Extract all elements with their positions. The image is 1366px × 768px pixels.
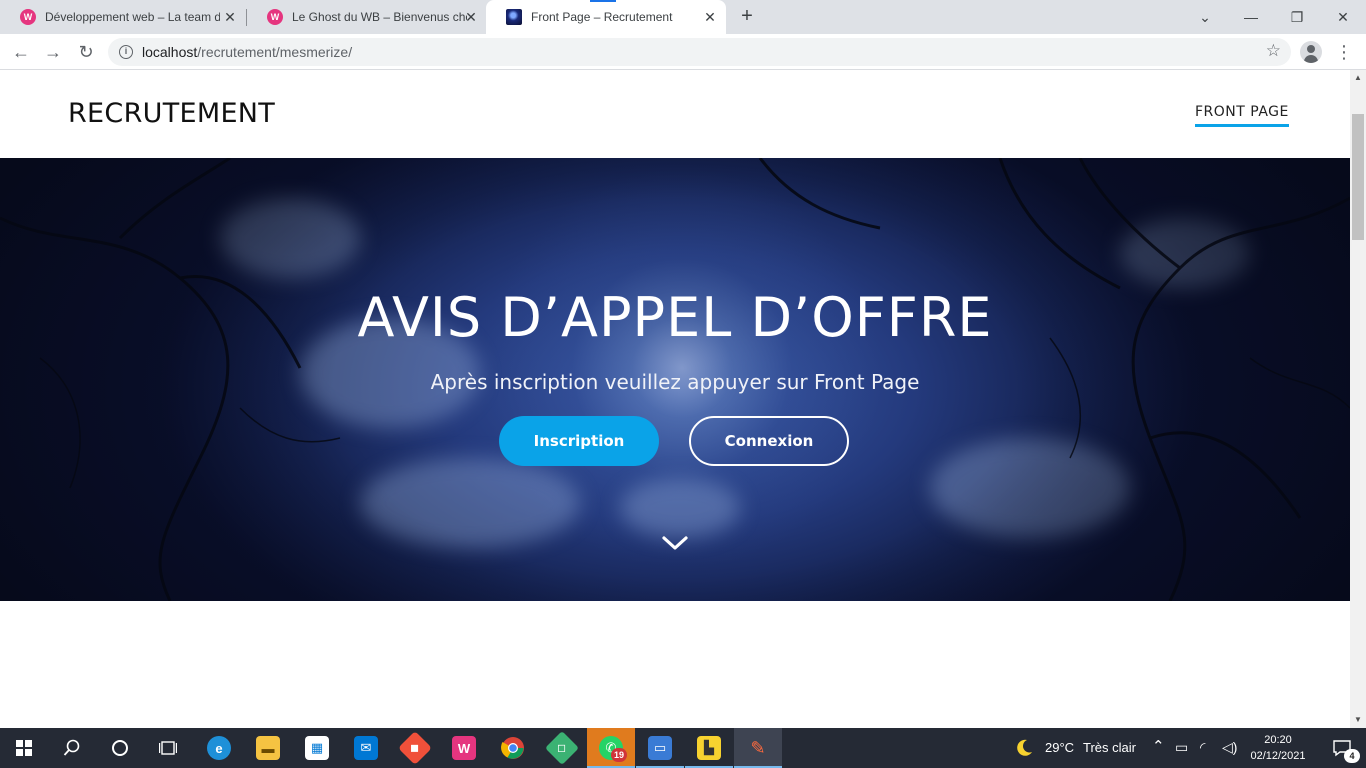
wifi-icon[interactable]: ◜ <box>1200 739 1205 756</box>
close-tab-icon[interactable]: ✕ <box>702 9 718 25</box>
inscription-button[interactable]: Inscription <box>499 416 659 466</box>
whatsapp-icon[interactable]: ✆ 19 <box>587 728 635 768</box>
tab-title: Développement web – La team de <box>45 10 220 24</box>
back-icon[interactable]: ← <box>8 39 34 65</box>
address-path: /recrutement/mesmerize/ <box>197 44 353 60</box>
scroll-down-icon[interactable]: ▼ <box>1350 712 1366 728</box>
store-icon[interactable]: ▦ <box>293 728 341 768</box>
edge-icon[interactable]: e <box>195 728 243 768</box>
clock[interactable]: 20:20 02/12/2021 <box>1248 732 1308 764</box>
sticky-notes-icon[interactable]: ▙ <box>685 728 733 768</box>
site-icon <box>506 9 522 25</box>
notification-count: 4 <box>1344 749 1360 763</box>
bookmark-star-icon[interactable]: ☆ <box>1266 41 1281 61</box>
windows-start-icon[interactable] <box>0 728 48 768</box>
hero-section: AVIS D’APPEL D’OFFRE Après inscription v… <box>0 158 1350 601</box>
profile-avatar-icon[interactable] <box>1300 41 1322 63</box>
weather-label[interactable]: Très clair <box>1083 740 1136 755</box>
reload-icon[interactable]: ↻ <box>73 39 99 65</box>
notification-center-icon[interactable]: 4 <box>1318 728 1366 768</box>
hero-title: AVIS D’APPEL D’OFFRE <box>357 286 993 349</box>
address-bar[interactable]: i localhost/recrutement/mesmerize/ ☆ <box>108 38 1291 66</box>
wamp-icon: W <box>267 9 283 25</box>
site-title[interactable]: RECRUTEMENT <box>68 98 275 129</box>
windows-taskbar: e ▬ ▦ ✉ ◆ W ◇ ✆ 19 ▭ ▙ ✎ 29°C Très clair… <box>0 728 1366 768</box>
address-host: localhost <box>142 44 198 60</box>
tray-chevron-up-icon[interactable]: ⌃ <box>1152 737 1165 755</box>
battery-icon[interactable]: ▭ <box>1175 739 1188 756</box>
site-header: RECRUTEMENT FRONT PAGE <box>0 70 1350 158</box>
scroll-up-icon[interactable]: ▲ <box>1350 70 1366 86</box>
address-url[interactable]: localhost/recrutement/mesmerize/ <box>142 44 352 60</box>
clock-time: 20:20 <box>1264 734 1292 746</box>
chrome-icon[interactable] <box>489 728 537 768</box>
git-icon[interactable]: ◆ <box>391 728 439 768</box>
task-view-icon[interactable] <box>144 728 192 768</box>
tab-search-icon[interactable]: ⌄ <box>1182 0 1228 34</box>
hero-subtitle: Après inscription veuillez appuyer sur F… <box>430 370 920 394</box>
page-viewport: RECRUTEMENT FRONT PAGE AVIS D’APPEL D’OF… <box>0 70 1350 728</box>
whatsapp-badge: 19 <box>611 748 627 762</box>
mail-icon[interactable]: ✉ <box>342 728 390 768</box>
info-icon[interactable]: i <box>119 45 133 59</box>
app-green-icon[interactable]: ◇ <box>538 728 586 768</box>
close-tab-icon[interactable]: ✕ <box>463 9 479 25</box>
paint-icon[interactable]: ✎ <box>734 728 782 768</box>
browser-tab[interactable]: W Le Ghost du WB – Bienvenus chez ✕ <box>247 0 487 34</box>
close-tab-icon[interactable]: ✕ <box>222 9 238 25</box>
remote-desktop-icon[interactable]: ▭ <box>636 728 684 768</box>
new-tab-button[interactable]: + <box>736 6 758 28</box>
browser-tab[interactable]: W Développement web – La team de ✕ <box>0 0 246 34</box>
close-window-icon[interactable]: ✕ <box>1320 0 1366 34</box>
browser-tab-bar: W Développement web – La team de ✕ W Le … <box>0 0 1366 34</box>
scrollbar-thumb[interactable] <box>1352 114 1364 240</box>
browser-toolbar: ← → ↻ i localhost/recrutement/mesmerize/… <box>0 34 1366 70</box>
cortana-icon[interactable] <box>96 728 144 768</box>
forward-icon[interactable]: → <box>40 39 66 65</box>
tab-title: Le Ghost du WB – Bienvenus chez <box>292 10 467 24</box>
weather-moon-icon[interactable] <box>1001 728 1047 768</box>
page-scrollbar[interactable]: ▲ ▼ <box>1350 70 1366 728</box>
minimize-icon[interactable]: — <box>1228 0 1274 34</box>
wamp-icon[interactable]: W <box>440 728 488 768</box>
clock-date: 02/12/2021 <box>1250 750 1306 762</box>
menu-kebab-icon[interactable]: ⋮ <box>1335 39 1353 65</box>
search-icon[interactable] <box>48 728 96 768</box>
file-explorer-icon[interactable]: ▬ <box>244 728 292 768</box>
tab-title: Front Page – Recrutement <box>531 10 673 24</box>
volume-icon[interactable]: ◁) <box>1222 739 1237 756</box>
chevron-down-icon[interactable] <box>662 534 688 552</box>
weather-temp[interactable]: 29°C <box>1045 740 1074 755</box>
browser-tab-active[interactable]: Front Page – Recrutement ✕ <box>486 0 726 34</box>
restore-icon[interactable]: ❐ <box>1274 0 1320 34</box>
wamp-icon: W <box>20 9 36 25</box>
connexion-button[interactable]: Connexion <box>689 416 849 466</box>
nav-front-page[interactable]: FRONT PAGE <box>1195 104 1289 127</box>
